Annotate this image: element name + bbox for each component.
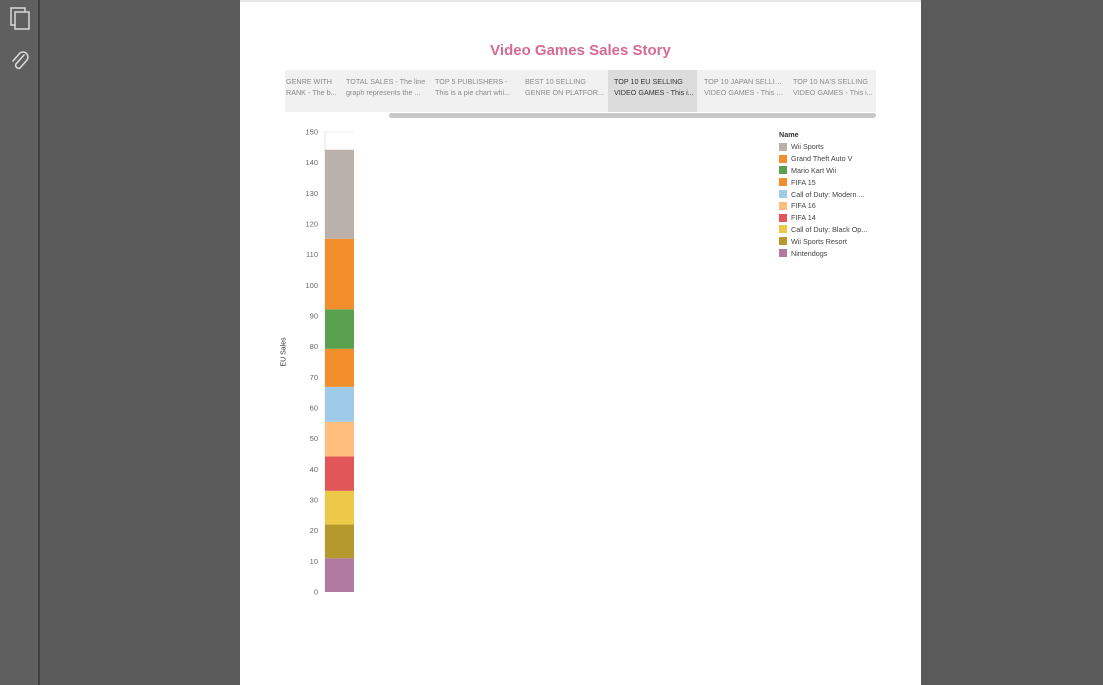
bar-segment-call-of-duty-black-op[interactable] — [325, 490, 354, 525]
y-tick-label: 100 — [305, 281, 318, 290]
pages-icon[interactable] — [8, 6, 32, 30]
y-tick-label: 150 — [305, 128, 318, 137]
story-point-top5-publishers[interactable]: TOP 5 PUBLISHERS - This is a pie chart w… — [429, 70, 518, 112]
y-tick-label: 10 — [310, 557, 318, 566]
legend-label: Nintendogs — [791, 248, 828, 258]
story-point-line2: graph represents the ... — [346, 88, 421, 97]
legend-label: Mario Kart Wii — [791, 165, 837, 175]
legend-swatch — [779, 142, 787, 151]
story-title: Video Games Sales Story — [490, 42, 671, 59]
y-tick-label: 70 — [310, 373, 318, 382]
story-point-top10-na[interactable]: TOP 10 NA'S SELLING VIDEO GAMES - This i… — [787, 70, 876, 112]
legend-swatch — [779, 178, 787, 187]
legend-item[interactable]: Grand Theft Auto V — [779, 153, 867, 165]
legend-label: Call of Duty: Black Op... — [791, 224, 868, 234]
story-point-line2: VIDEO GAMES - This b... — [704, 88, 784, 97]
y-tick-label: 20 — [310, 526, 318, 535]
bar-segment-wii-sports[interactable] — [325, 149, 354, 239]
legend-label: Wii Sports Resort — [791, 236, 847, 246]
legend-item[interactable]: Wii Sports — [779, 141, 867, 153]
legend-swatch — [779, 154, 787, 163]
story-point-line2: VIDEO GAMES - This i... — [614, 88, 694, 97]
y-tick-label: 60 — [310, 404, 318, 413]
y-tick-label: 130 — [305, 189, 318, 198]
story-point-top10-eu[interactable]: TOP 10 EU SELLING VIDEO GAMES - This i..… — [608, 70, 697, 112]
legend-item[interactable]: FIFA 16 — [779, 200, 867, 212]
bar-segment-nintendogs[interactable] — [325, 558, 354, 592]
y-tick-label: 80 — [310, 342, 318, 351]
eu-sales-chart: 0 10 20 30 40 50 60 70 80 90 100 110 120 130 140 150 — [305, 128, 354, 597]
legend-swatch — [779, 213, 787, 222]
legend-item[interactable]: Call of Duty: Modern ... — [779, 188, 867, 200]
story-point-top10-japan[interactable]: TOP 10 JAPAN SELLING VIDEO GAMES - This … — [698, 70, 787, 112]
legend-label: Call of Duty: Modern ... — [791, 189, 865, 199]
story-point-line1: TOP 10 JAPAN SELLING — [704, 77, 784, 86]
legend-item[interactable]: Wii Sports Resort — [779, 235, 867, 247]
story-point-genre-rank[interactable]: GENRE WITH RANK - The b... — [285, 70, 344, 112]
story-navigator: GENRE WITH RANK - The b... TOTAL SALES -… — [285, 70, 876, 112]
legend: Name Wii Sports Grand Theft Auto V Mario K… — [779, 130, 867, 259]
legend-swatch — [779, 166, 787, 175]
legend-label: FIFA 15 — [791, 177, 816, 187]
y-tick-label: 30 — [310, 496, 318, 505]
bar-segment-fifa-15[interactable] — [325, 348, 354, 387]
y-tick-label: 50 — [310, 434, 318, 443]
story-point-total-sales[interactable]: TOTAL SALES - The line graph represents … — [340, 70, 429, 112]
story-point-line1: TOP 10 NA'S SELLING — [793, 77, 869, 86]
y-tick-label: 0 — [314, 588, 318, 597]
legend-label: Grand Theft Auto V — [791, 154, 853, 164]
legend-item[interactable]: Nintendogs — [779, 247, 867, 259]
legend-swatch — [779, 237, 787, 246]
story-point-best10-genre[interactable]: BEST 10 SELLING GENRE ON PLATFOR... — [519, 70, 608, 112]
legend-item[interactable]: Call of Duty: Black Op... — [779, 224, 867, 236]
story-point-line2: GENRE ON PLATFOR... — [525, 88, 604, 97]
bar-segment-mario-kart-wii[interactable] — [325, 309, 354, 349]
y-tick-label: 120 — [305, 220, 318, 229]
legend-title: Name — [779, 130, 799, 139]
bar-segment-grand-theft-auto-v[interactable] — [325, 238, 354, 310]
story-point-line2: VIDEO GAMES - This i... — [793, 88, 873, 97]
story-point-line1: TOTAL SALES - The line — [346, 77, 426, 86]
y-tick-label: 90 — [310, 312, 318, 321]
legend-swatch — [779, 190, 787, 199]
legend-swatch — [779, 201, 787, 210]
legend-swatch — [779, 249, 787, 258]
story-point-line2: RANK - The b... — [286, 88, 337, 97]
legend-label: FIFA 14 — [791, 213, 816, 223]
navigator-scrollbar[interactable] — [389, 113, 876, 118]
legend-item[interactable]: Mario Kart Wii — [779, 165, 867, 177]
legend-swatch — [779, 225, 787, 234]
bar-segment-wii-sports-resort[interactable] — [325, 524, 354, 559]
legend-item[interactable]: FIFA 15 — [779, 176, 867, 188]
left-toolbar — [0, 0, 40, 685]
legend-label: Wii Sports — [791, 142, 824, 152]
bar-segment-fifa-16[interactable] — [325, 421, 354, 457]
legend-item[interactable]: FIFA 14 — [779, 212, 867, 224]
legend-label: FIFA 16 — [791, 201, 816, 211]
story-point-line1: TOP 5 PUBLISHERS - — [435, 77, 508, 86]
story-point-line1: BEST 10 SELLING — [525, 77, 586, 86]
story-page: Video Games Sales Story GENRE WITH RANK … — [240, 0, 921, 685]
y-tick-label: 110 — [306, 250, 318, 259]
story-point-line1: GENRE WITH — [286, 77, 332, 86]
bar-segment-fifa-14[interactable] — [325, 456, 354, 491]
story-point-line1: TOP 10 EU SELLING — [614, 77, 683, 86]
y-tick-label: 40 — [310, 465, 318, 474]
y-tick-label: 140 — [305, 158, 318, 167]
attachment-icon[interactable] — [8, 50, 32, 74]
story-point-line2: This is a pie chart whi... — [435, 88, 511, 97]
bar-segment-call-of-duty-modern[interactable] — [325, 386, 354, 422]
